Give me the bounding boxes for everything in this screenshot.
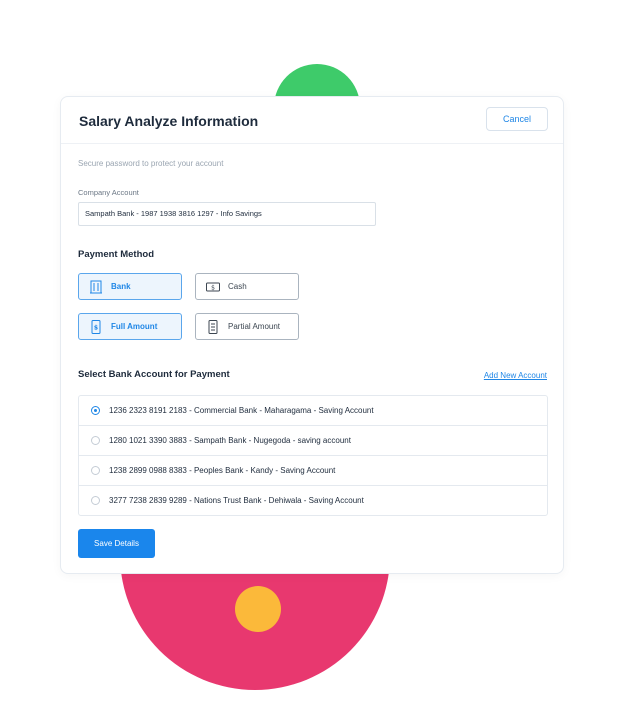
- bank-account-list: 1236 2323 8191 2183 - Commercial Bank - …: [78, 395, 548, 516]
- full-amount-button[interactable]: $ Full Amount: [78, 313, 182, 340]
- partial-amount-icon: [206, 319, 220, 334]
- radio-button[interactable]: [91, 496, 100, 505]
- full-amount-label: Full Amount: [111, 322, 158, 331]
- salary-dialog: Salary Analyze Information Cancel Secure…: [60, 96, 564, 574]
- cash-icon: $: [206, 280, 220, 294]
- cash-method-label: Cash: [228, 282, 247, 291]
- bank-account-label: 3277 7238 2839 9289 - Nations Trust Bank…: [109, 496, 364, 505]
- bank-account-row[interactable]: 3277 7238 2839 9289 - Nations Trust Bank…: [79, 486, 547, 515]
- bank-account-row[interactable]: 1280 1021 3390 3883 - Sampath Bank - Nug…: [79, 426, 547, 456]
- radio-button[interactable]: [91, 436, 100, 445]
- add-new-account-link[interactable]: Add New Account: [484, 371, 547, 380]
- payment-method-title: Payment Method: [78, 249, 155, 260]
- bank-method-button[interactable]: Bank: [78, 273, 182, 300]
- bank-icon: [89, 280, 103, 294]
- radio-button-selected[interactable]: [91, 406, 100, 415]
- partial-amount-button[interactable]: Partial Amount: [195, 313, 299, 340]
- full-amount-icon: $: [89, 319, 103, 334]
- dialog-title: Salary Analyze Information: [79, 113, 259, 129]
- bank-account-label: 1280 1021 3390 3883 - Sampath Bank - Nug…: [109, 436, 351, 445]
- bank-account-label: 1238 2899 0988 8383 - Peoples Bank - Kan…: [109, 466, 336, 475]
- cash-method-button[interactable]: $ Cash: [195, 273, 299, 300]
- bank-account-section-title: Select Bank Account for Payment: [78, 369, 230, 380]
- svg-text:$: $: [94, 324, 98, 331]
- dialog-header: Salary Analyze Information Cancel: [61, 97, 563, 144]
- bank-method-label: Bank: [111, 282, 131, 291]
- bank-account-label: 1236 2323 8191 2183 - Commercial Bank - …: [109, 406, 374, 415]
- company-account-label: Company Account: [78, 188, 139, 197]
- company-account-field[interactable]: Sampath Bank - 1987 1938 3816 1297 - Inf…: [78, 202, 376, 226]
- decorative-yellow-circle: [235, 586, 281, 632]
- bank-account-row[interactable]: 1236 2323 8191 2183 - Commercial Bank - …: [79, 396, 547, 426]
- cancel-button[interactable]: Cancel: [486, 107, 548, 131]
- dialog-subtitle: Secure password to protect your account: [78, 159, 224, 168]
- partial-amount-label: Partial Amount: [228, 322, 281, 331]
- save-details-button[interactable]: Save Details: [78, 529, 155, 558]
- radio-button[interactable]: [91, 466, 100, 475]
- svg-text:$: $: [211, 284, 215, 291]
- bank-account-row[interactable]: 1238 2899 0988 8383 - Peoples Bank - Kan…: [79, 456, 547, 486]
